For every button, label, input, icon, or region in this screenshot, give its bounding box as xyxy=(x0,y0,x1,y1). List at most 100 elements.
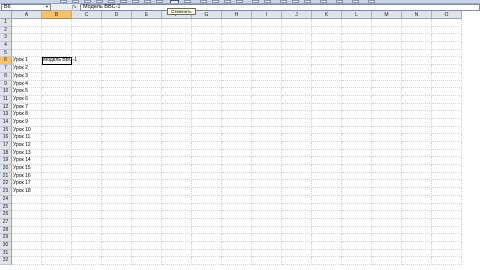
cell-c29[interactable] xyxy=(72,234,102,242)
cell-i30[interactable] xyxy=(252,241,282,250)
cell-k1[interactable] xyxy=(312,19,342,27)
cell-i28[interactable] xyxy=(252,226,282,235)
cell-a10[interactable]: Урок 5 xyxy=(12,88,42,96)
cell-m11[interactable] xyxy=(372,95,402,104)
cell-n16[interactable] xyxy=(402,134,432,142)
cell-j11[interactable] xyxy=(282,95,312,104)
cell-k30[interactable] xyxy=(312,241,342,250)
cell-j27[interactable] xyxy=(282,218,312,227)
cell-e18[interactable] xyxy=(132,149,162,158)
cell-j32[interactable] xyxy=(282,257,312,265)
cell-m28[interactable] xyxy=(372,226,402,235)
cell-n21[interactable] xyxy=(402,172,432,181)
cell-o5[interactable] xyxy=(432,49,462,58)
cell-a22[interactable]: Урок 17 xyxy=(12,180,42,189)
cell-b1[interactable] xyxy=(42,19,72,27)
cell-c16[interactable] xyxy=(72,134,102,142)
cell-h25[interactable] xyxy=(222,203,252,212)
cell-n1[interactable] xyxy=(402,19,432,27)
cell-d20[interactable] xyxy=(102,165,132,173)
cell-e16[interactable] xyxy=(132,134,162,142)
cell-h32[interactable] xyxy=(222,257,252,265)
cell-l6[interactable] xyxy=(342,57,372,66)
column-header-b[interactable]: B xyxy=(42,11,72,19)
toolbar-button[interactable] xyxy=(184,0,191,3)
cell-i15[interactable] xyxy=(252,126,282,135)
cell-o10[interactable] xyxy=(432,88,462,96)
cell-c30[interactable] xyxy=(72,241,102,250)
cell-a13[interactable]: Урок 8 xyxy=(12,111,42,119)
cell-g5[interactable] xyxy=(192,49,222,58)
cell-n6[interactable] xyxy=(402,57,432,66)
cell-g31[interactable] xyxy=(192,249,222,258)
cell-e29[interactable] xyxy=(132,234,162,242)
cell-d26[interactable] xyxy=(102,211,132,219)
cell-f16[interactable] xyxy=(162,134,192,142)
cell-e13[interactable] xyxy=(132,111,162,119)
cell-a4[interactable] xyxy=(12,42,42,50)
cell-c3[interactable] xyxy=(72,34,102,43)
cell-j21[interactable] xyxy=(282,172,312,181)
cell-d3[interactable] xyxy=(102,34,132,43)
cell-m1[interactable] xyxy=(372,19,402,27)
cell-n29[interactable] xyxy=(402,234,432,242)
toolbar-button[interactable] xyxy=(72,0,79,3)
cell-k16[interactable] xyxy=(312,134,342,142)
cell-l17[interactable] xyxy=(342,142,372,150)
cell-i3[interactable] xyxy=(252,34,282,43)
cell-n25[interactable] xyxy=(402,203,432,212)
cell-e24[interactable] xyxy=(132,195,162,204)
cell-o17[interactable] xyxy=(432,142,462,150)
cell-l20[interactable] xyxy=(342,165,372,173)
cell-g7[interactable] xyxy=(192,65,222,73)
cell-k28[interactable] xyxy=(312,226,342,235)
cell-h19[interactable] xyxy=(222,157,252,166)
cell-n24[interactable] xyxy=(402,195,432,204)
cell-d4[interactable] xyxy=(102,42,132,50)
cell-h20[interactable] xyxy=(222,165,252,173)
cell-m8[interactable] xyxy=(372,72,402,81)
cell-k21[interactable] xyxy=(312,172,342,181)
cell-f29[interactable] xyxy=(162,234,192,242)
cell-k8[interactable] xyxy=(312,72,342,81)
cell-n7[interactable] xyxy=(402,65,432,73)
cell-h16[interactable] xyxy=(222,134,252,142)
cell-a8[interactable]: Урок 3 xyxy=(12,72,42,81)
cell-k19[interactable] xyxy=(312,157,342,166)
toolbar-button[interactable] xyxy=(368,0,375,3)
cell-m21[interactable] xyxy=(372,172,402,181)
row-header-4[interactable]: 4 xyxy=(0,42,12,50)
cell-m6[interactable] xyxy=(372,57,402,66)
column-header-i[interactable]: I xyxy=(252,11,282,19)
cell-g14[interactable] xyxy=(192,118,222,127)
cell-j6[interactable] xyxy=(282,57,312,66)
cell-a6[interactable]: Урок 1 xyxy=(12,57,42,66)
cell-g12[interactable] xyxy=(192,103,222,112)
cell-o31[interactable] xyxy=(432,249,462,258)
cell-g25[interactable] xyxy=(192,203,222,212)
cell-e9[interactable] xyxy=(132,80,162,89)
cell-f11[interactable] xyxy=(162,95,192,104)
cell-g32[interactable] xyxy=(192,257,222,265)
toolbar-button[interactable] xyxy=(320,0,327,3)
row-header-24[interactable]: 24 xyxy=(0,195,12,204)
cell-e20[interactable] xyxy=(132,165,162,173)
cell-l4[interactable] xyxy=(342,42,372,50)
cell-f28[interactable] xyxy=(162,226,192,235)
cell-m30[interactable] xyxy=(372,241,402,250)
cell-m22[interactable] xyxy=(372,180,402,189)
cell-k2[interactable] xyxy=(312,26,342,35)
cell-b24[interactable] xyxy=(42,195,72,204)
cell-i23[interactable] xyxy=(252,188,282,196)
cell-k18[interactable] xyxy=(312,149,342,158)
cell-k27[interactable] xyxy=(312,218,342,227)
cell-n10[interactable] xyxy=(402,88,432,96)
cell-k10[interactable] xyxy=(312,88,342,96)
row-header-16[interactable]: 16 xyxy=(0,134,12,142)
column-header-j[interactable]: J xyxy=(282,11,312,19)
cell-o28[interactable] xyxy=(432,226,462,235)
cell-i4[interactable] xyxy=(252,42,282,50)
cell-b13[interactable] xyxy=(42,111,72,119)
cell-m9[interactable] xyxy=(372,80,402,89)
row-header-21[interactable]: 21 xyxy=(0,172,12,181)
